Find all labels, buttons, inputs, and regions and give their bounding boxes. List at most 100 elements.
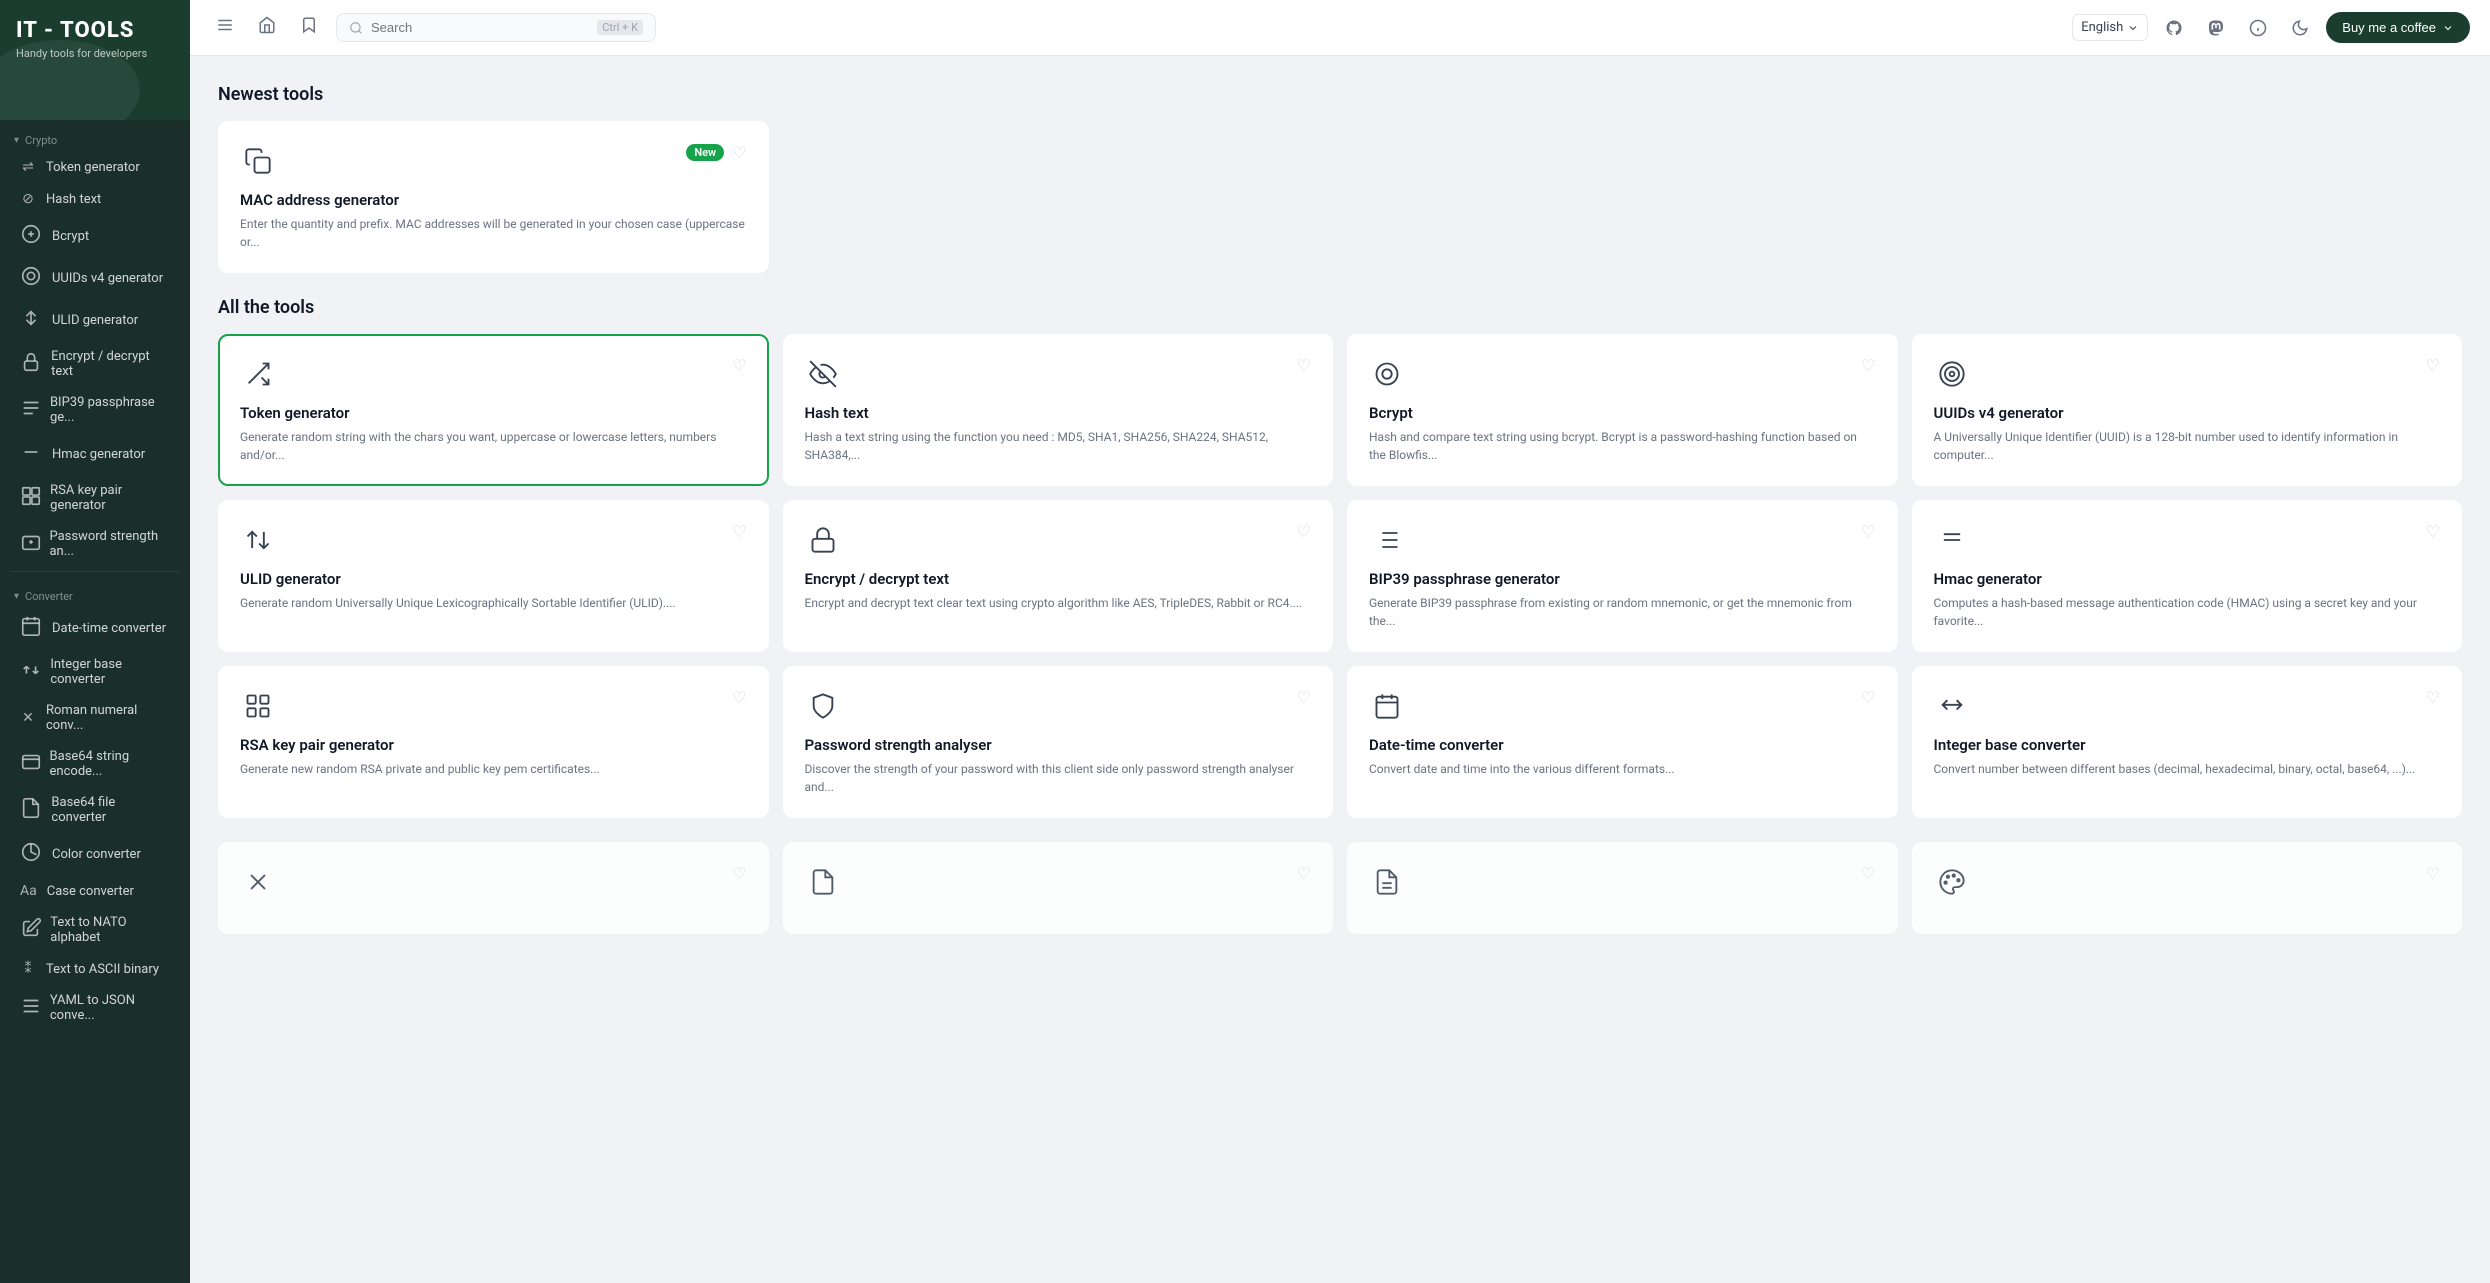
sidebar-item-label: Hash text: [46, 192, 101, 207]
favorite-button[interactable]: ♡: [1861, 688, 1875, 707]
sidebar-item-yaml-to-json[interactable]: YAML to JSON conve...: [6, 986, 184, 1030]
card-partial-1[interactable]: ♡: [218, 842, 769, 934]
card-desc: Convert date and time into the various d…: [1369, 760, 1876, 778]
sidebar-item-roman-numeral[interactable]: ✕ Roman numeral conv...: [6, 696, 184, 740]
favorite-button[interactable]: ♡: [732, 688, 746, 707]
sidebar-item-uuids-v4[interactable]: UUIDs v4 generator: [6, 258, 184, 298]
sidebar-section-crypto-label: Crypto: [25, 134, 57, 147]
card-integer-base-converter[interactable]: ♡ Integer base converter Convert number …: [1912, 666, 2463, 818]
base-converter-icon: [20, 659, 40, 685]
card-desc: Computes a hash-based message authentica…: [1934, 594, 2441, 630]
sidebar-item-text-to-nato[interactable]: Text to NATO alphabet: [6, 908, 184, 952]
favorite-button[interactable]: ♡: [732, 522, 746, 541]
calendar-icon: [20, 615, 42, 641]
search-icon: [349, 21, 363, 35]
sidebar-item-token-generator[interactable]: ⇌ Token generator: [6, 152, 184, 182]
favorite-button[interactable]: ♡: [2426, 356, 2440, 375]
card-ulid-generator[interactable]: ♡ ULID generator Generate random Univers…: [218, 500, 769, 652]
mastodon-icon[interactable]: [2200, 12, 2232, 44]
list-icon: [1369, 522, 1405, 558]
favorite-button[interactable]: ♡: [1861, 522, 1875, 541]
favorite-button[interactable]: ♡: [2426, 688, 2440, 707]
info-icon[interactable]: [2242, 12, 2274, 44]
favorite-button[interactable]: ♡: [1297, 688, 1311, 707]
bip39-icon: [20, 397, 40, 423]
card-desc: Enter the quantity and prefix. MAC addre…: [240, 215, 747, 251]
card-encrypt-decrypt[interactable]: ♡ Encrypt / decrypt text Encrypt and dec…: [783, 500, 1334, 652]
favorite-button[interactable]: ♡: [1297, 356, 1311, 375]
sidebar-item-base64-string[interactable]: Base64 string encode...: [6, 742, 184, 786]
minus-icon: [1934, 522, 1970, 558]
card-title: Integer base converter: [1934, 736, 2441, 754]
shield-icon: [805, 688, 841, 724]
calendar-icon: [1369, 688, 1405, 724]
bookmarks-button[interactable]: [294, 10, 324, 45]
card-hmac[interactable]: ♡ Hmac generator Computes a hash-based m…: [1912, 500, 2463, 652]
chevron-down-icon: [2442, 22, 2454, 34]
sidebar-item-rsa-key-pair[interactable]: RSA key pair generator: [6, 476, 184, 520]
sidebar-item-label: Token generator: [46, 160, 140, 175]
favorite-button[interactable]: ♡: [1297, 522, 1311, 541]
favorite-button[interactable]: ♡: [1297, 864, 1311, 883]
base64-string-icon: [20, 751, 40, 777]
buy-coffee-button[interactable]: Buy me a coffee: [2326, 12, 2470, 43]
sidebar-item-text-to-ascii[interactable]: ⁑ Text to ASCII binary: [6, 954, 184, 984]
card-mac-address-generator[interactable]: New ♡ MAC address generator Enter the qu…: [218, 121, 769, 273]
dark-mode-icon[interactable]: [2284, 12, 2316, 44]
sidebar-item-case-converter[interactable]: Aa Case converter: [6, 876, 184, 906]
card-bcrypt[interactable]: ♡ Bcrypt Hash and compare text string us…: [1347, 334, 1898, 486]
sidebar-item-ulid-generator[interactable]: ULID generator: [6, 300, 184, 340]
sidebar-item-bip39[interactable]: BIP39 passphrase ge...: [6, 388, 184, 432]
card-hash-text[interactable]: ♡ Hash text Hash a text string using the…: [783, 334, 1334, 486]
card-uuids-v4[interactable]: ♡ UUIDs v4 generator A Universally Uniqu…: [1912, 334, 2463, 486]
favorite-button[interactable]: ♡: [732, 356, 746, 375]
menu-toggle-button[interactable]: [210, 10, 240, 45]
sidebar-item-hmac-generator[interactable]: Hmac generator: [6, 434, 184, 474]
fingerprint2-icon: [1934, 356, 1970, 392]
chevron-icon: ▾: [14, 135, 19, 146]
favorite-button[interactable]: ♡: [1861, 864, 1875, 883]
card-date-time[interactable]: ♡ Date-time converter Convert date and t…: [1347, 666, 1898, 818]
favorite-button[interactable]: ♡: [2426, 864, 2440, 883]
card-desc: Generate random string with the chars yo…: [240, 428, 747, 464]
card-title: BIP39 passphrase generator: [1369, 570, 1876, 588]
sidebar-item-base64-file[interactable]: Base64 file converter: [6, 788, 184, 832]
card-partial-2[interactable]: ♡: [783, 842, 1334, 934]
card-title: RSA key pair generator: [240, 736, 747, 754]
card-partial-3[interactable]: ♡: [1347, 842, 1898, 934]
sidebar-item-hash-text[interactable]: ⊘ Hash text: [6, 184, 184, 214]
sidebar-section-converter[interactable]: ▾ Converter: [0, 576, 190, 607]
sidebar-item-integer-base[interactable]: Integer base converter: [6, 650, 184, 694]
sidebar-item-password-strength[interactable]: Password strength an...: [6, 522, 184, 566]
sidebar-item-encrypt-decrypt[interactable]: Encrypt / decrypt text: [6, 342, 184, 386]
language-selector[interactable]: English: [2072, 14, 2148, 41]
card-token-generator[interactable]: ♡ Token generator Generate random string…: [218, 334, 769, 486]
favorite-button[interactable]: ♡: [1861, 356, 1875, 375]
favorite-button[interactable]: ♡: [732, 143, 746, 162]
sidebar-item-date-time[interactable]: Date-time converter: [6, 608, 184, 648]
card-bip39[interactable]: ♡ BIP39 passphrase generator Generate BI…: [1347, 500, 1898, 652]
search-input[interactable]: [371, 20, 589, 35]
search-bar[interactable]: Ctrl + K: [336, 13, 656, 42]
ascii-icon: ⁑: [20, 961, 36, 977]
card-rsa-key-pair[interactable]: ♡ RSA key pair generator Generate new ra…: [218, 666, 769, 818]
sidebar-item-color-converter[interactable]: Color converter: [6, 834, 184, 874]
favorite-button[interactable]: ♡: [732, 864, 746, 883]
card-desc: Generate random Universally Unique Lexic…: [240, 594, 747, 612]
home-button[interactable]: [252, 10, 282, 45]
card-partial-4[interactable]: ♡: [1912, 842, 2463, 934]
new-badge: New: [686, 144, 724, 161]
file-icon: [805, 864, 841, 900]
card-password-strength[interactable]: ♡ Password strength analyser Discover th…: [783, 666, 1334, 818]
app-title: IT - TOOLS: [16, 18, 174, 43]
card-desc: Hash a text string using the function yo…: [805, 428, 1312, 464]
card-top: ♡: [1934, 356, 2441, 392]
sidebar-item-label: Encrypt / decrypt text: [51, 349, 170, 379]
sidebar-item-label: ULID generator: [52, 313, 138, 328]
sidebar-section-crypto[interactable]: ▾ Crypto: [0, 120, 190, 151]
github-icon[interactable]: [2158, 12, 2190, 44]
sidebar-item-bcrypt[interactable]: Bcrypt: [6, 216, 184, 256]
base64-file-icon: [20, 797, 41, 823]
card-title: ULID generator: [240, 570, 747, 588]
favorite-button[interactable]: ♡: [2426, 522, 2440, 541]
